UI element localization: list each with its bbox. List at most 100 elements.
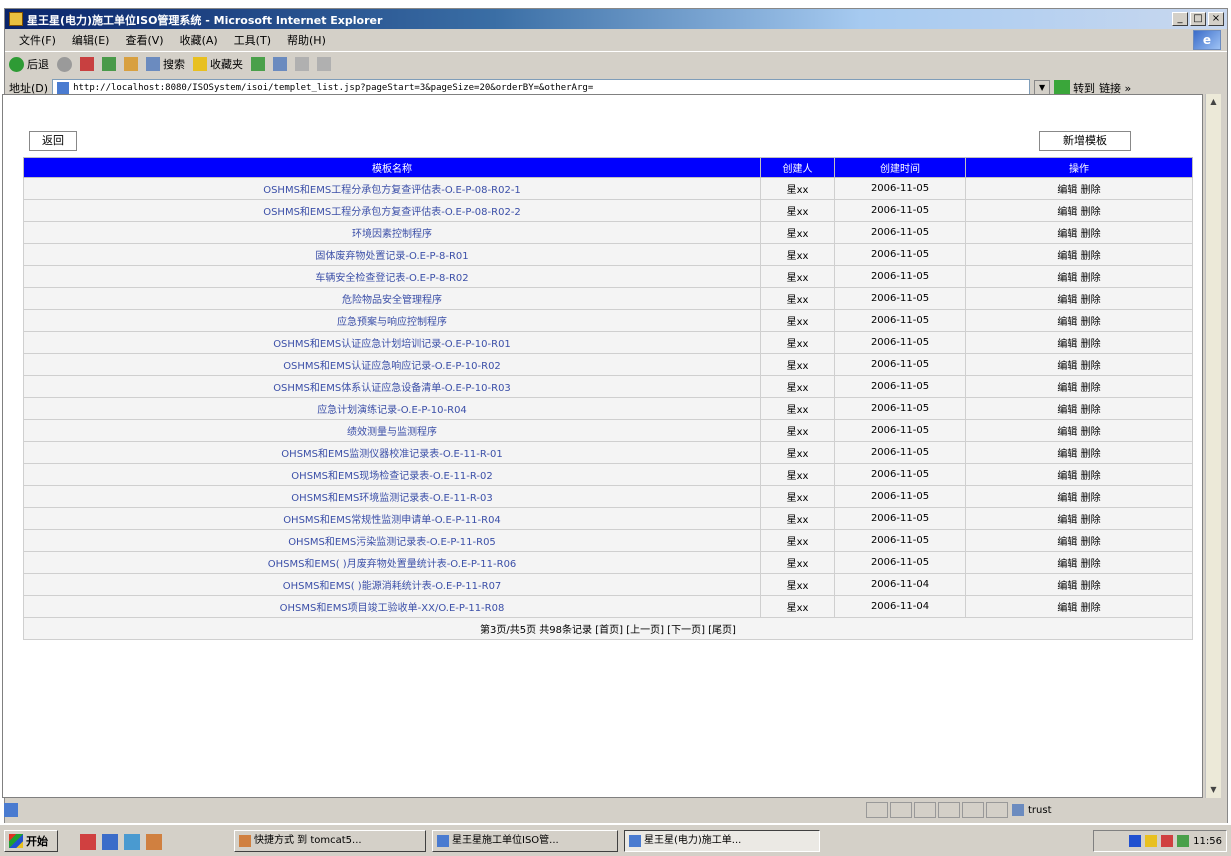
mail-icon[interactable] [295,57,309,71]
template-name[interactable]: 车辆安全检查登记表-O.E-P-8-R02 [23,265,761,288]
taskbar-item-active[interactable]: 星王星(电力)施工单... [624,830,820,852]
start-button[interactable]: 开始 [4,830,58,852]
template-name[interactable]: 绩效测量与监测程序 [23,419,761,442]
edit-link[interactable]: 编辑 [1057,603,1077,614]
history-icon[interactable] [273,57,287,71]
delete-link[interactable]: 删除 [1081,251,1101,262]
delete-link[interactable]: 删除 [1081,383,1101,394]
menu-favorites[interactable]: 收藏(A) [180,32,218,48]
edit-link[interactable]: 编辑 [1057,581,1077,592]
back-button[interactable]: 后退 [9,56,49,72]
edit-link[interactable]: 编辑 [1057,449,1077,460]
tray-icon[interactable] [1161,835,1174,847]
delete-link[interactable]: 删除 [1081,581,1101,592]
template-name[interactable]: OHSMS和EMS监测仪器校准记录表-O.E-11-R-01 [23,441,761,464]
delete-link[interactable]: 删除 [1081,339,1101,350]
edit-link[interactable]: 编辑 [1057,273,1077,284]
template-name[interactable]: 应急预案与响应控制程序 [23,309,761,332]
template-name[interactable]: 环境因素控制程序 [23,221,761,244]
template-name[interactable]: OSHMS和EMS认证应急响应记录-O.E-P-10-R02 [23,353,761,376]
edit-link[interactable]: 编辑 [1057,339,1077,350]
stop-icon[interactable] [80,57,94,71]
template-name[interactable]: 固体废弃物处置记录-O.E-P-8-R01 [23,243,761,266]
edit-link[interactable]: 编辑 [1057,229,1077,240]
edit-link[interactable]: 编辑 [1057,295,1077,306]
edit-link[interactable]: 编辑 [1057,471,1077,482]
quick-launch-icon[interactable] [102,834,118,850]
tray-icon[interactable] [1177,835,1190,847]
edit-link[interactable]: 编辑 [1057,405,1077,416]
template-name[interactable]: OHSMS和EMS( )月废弃物处置量统计表-O.E-P-11-R06 [23,551,761,574]
menu-file[interactable]: 文件(F) [19,32,56,48]
close-button[interactable]: × [1208,12,1224,26]
delete-link[interactable]: 删除 [1081,537,1101,548]
template-name[interactable]: 危险物品安全管理程序 [23,287,761,310]
template-name[interactable]: OHSMS和EMS环境监测记录表-O.E-11-R-03 [23,485,761,508]
quick-launch-icon[interactable] [146,834,162,850]
edit-link[interactable]: 编辑 [1057,493,1077,504]
favorites-button[interactable]: 收藏夹 [193,56,243,72]
delete-link[interactable]: 删除 [1081,207,1101,218]
template-name[interactable]: OHSMS和EMS现场检查记录表-O.E-11-R-02 [23,463,761,486]
delete-link[interactable]: 删除 [1081,449,1101,460]
back-page-button[interactable]: 返回 [29,131,77,151]
edit-link[interactable]: 编辑 [1057,559,1077,570]
vertical-scrollbar[interactable]: ▲ ▼ [1205,94,1221,798]
taskbar-item[interactable]: 星王星施工单位ISO管... [432,830,618,852]
delete-link[interactable]: 删除 [1081,295,1101,306]
template-name[interactable]: OHSMS和EMS( )能源消耗统计表-O.E-P-11-R07 [23,573,761,596]
edit-link[interactable]: 编辑 [1057,383,1077,394]
menu-help[interactable]: 帮助(H) [287,32,326,48]
delete-link[interactable]: 删除 [1081,427,1101,438]
template-name[interactable]: 应急计划演练记录-O.E-P-10-R04 [23,397,761,420]
template-name[interactable]: OHSMS和EMS常规性监测申请单-O.E-P-11-R04 [23,507,761,530]
minimize-button[interactable]: _ [1172,12,1188,26]
clock[interactable]: 11:56 [1193,836,1222,847]
delete-link[interactable]: 删除 [1081,559,1101,570]
menu-edit[interactable]: 编辑(E) [72,32,110,48]
delete-link[interactable]: 删除 [1081,361,1101,372]
pagination[interactable]: 第3页/共5页 共98条记录 [首页] [上一页] [下一页] [尾页] [23,617,1193,640]
template-name[interactable]: OSHMS和EMS工程分承包方复查评估表-O.E-P-08-R02-2 [23,199,761,222]
home-icon[interactable] [124,57,138,71]
scroll-up-icon[interactable]: ▲ [1206,94,1221,110]
column-header-creator: 创建人 [760,157,835,178]
template-name[interactable]: OHSMS和EMS污染监测记录表-O.E-P-11-R05 [23,529,761,552]
maximize-button[interactable]: □ [1190,12,1206,26]
edit-link[interactable]: 编辑 [1057,537,1077,548]
edit-link[interactable]: 编辑 [1057,427,1077,438]
delete-link[interactable]: 删除 [1081,603,1101,614]
scroll-down-icon[interactable]: ▼ [1206,782,1221,798]
print-icon[interactable] [317,57,331,71]
tray-icon[interactable] [1129,835,1142,847]
edit-link[interactable]: 编辑 [1057,317,1077,328]
delete-link[interactable]: 删除 [1081,493,1101,504]
add-template-button[interactable]: 新增模板 [1039,131,1131,151]
delete-link[interactable]: 删除 [1081,515,1101,526]
edit-link[interactable]: 编辑 [1057,515,1077,526]
template-name[interactable]: OSHMS和EMS工程分承包方复查评估表-O.E-P-08-R02-1 [23,177,761,200]
template-name[interactable]: OSHMS和EMS体系认证应急设备清单-O.E-P-10-R03 [23,375,761,398]
refresh-icon[interactable] [102,57,116,71]
delete-link[interactable]: 删除 [1081,405,1101,416]
edit-link[interactable]: 编辑 [1057,251,1077,262]
forward-button[interactable] [57,56,72,72]
delete-link[interactable]: 删除 [1081,471,1101,482]
edit-link[interactable]: 编辑 [1057,361,1077,372]
media-icon[interactable] [251,57,265,71]
edit-link[interactable]: 编辑 [1057,185,1077,196]
menu-tools[interactable]: 工具(T) [234,32,271,48]
template-name[interactable]: OSHMS和EMS认证应急计划培训记录-O.E-P-10-R01 [23,331,761,354]
delete-link[interactable]: 删除 [1081,273,1101,284]
taskbar-item[interactable]: 快捷方式 到 tomcat5... [234,830,426,852]
quick-launch-icon[interactable] [124,834,140,850]
delete-link[interactable]: 删除 [1081,185,1101,196]
quick-launch-icon[interactable] [80,834,96,850]
search-button[interactable]: 搜索 [146,56,185,72]
delete-link[interactable]: 删除 [1081,229,1101,240]
menu-view[interactable]: 查看(V) [125,32,163,48]
tray-icon[interactable] [1145,835,1158,847]
edit-link[interactable]: 编辑 [1057,207,1077,218]
template-name[interactable]: OHSMS和EMS项目竣工验收单-XX/O.E-P-11-R08 [23,595,761,618]
delete-link[interactable]: 删除 [1081,317,1101,328]
